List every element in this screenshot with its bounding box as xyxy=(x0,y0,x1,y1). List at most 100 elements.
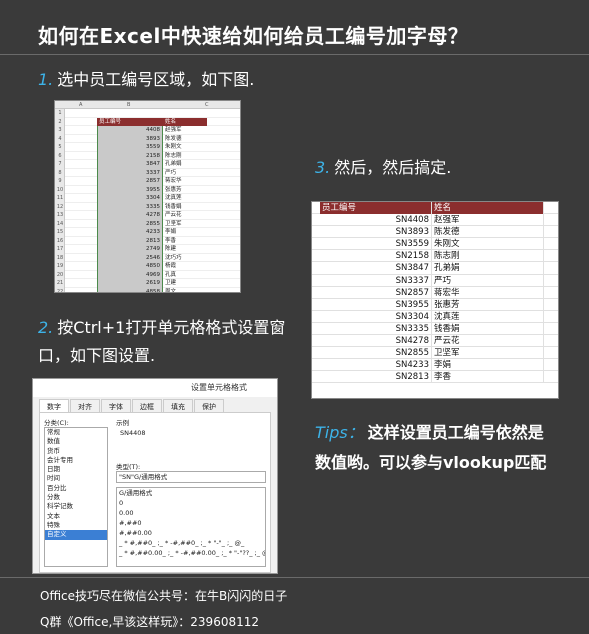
category-item[interactable]: 文本 xyxy=(45,512,107,521)
category-item[interactable]: 会计专用 xyxy=(45,456,107,465)
category-item[interactable]: 时间 xyxy=(45,474,107,483)
cell[interactable]: 陈发德 xyxy=(432,226,544,239)
cell[interactable]: 2813 xyxy=(97,236,163,245)
cell[interactable]: SN3304 xyxy=(320,310,432,323)
cell[interactable]: SN2813 xyxy=(320,371,432,384)
column-headers: A B C xyxy=(55,101,240,109)
cell[interactable]: SN2158 xyxy=(320,250,432,263)
cell[interactable]: 3893 xyxy=(97,134,163,143)
category-list[interactable]: 常规 数值 货币 会计专用 日期 时间 百分比 分数 科学记数 文本 特殊 自定义 xyxy=(44,427,108,567)
sample-value: SN4408 xyxy=(120,429,146,437)
cell[interactable]: 2158 xyxy=(97,151,163,160)
category-item[interactable]: 常规 xyxy=(45,428,107,437)
cell[interactable]: 员工编号 xyxy=(97,117,163,126)
cell[interactable]: 卫坚军 xyxy=(163,220,207,229)
cell[interactable]: SN4278 xyxy=(320,335,432,348)
cell[interactable]: 朱刚文 xyxy=(163,143,207,152)
cell[interactable]: 4858 xyxy=(97,287,163,292)
cell[interactable]: 卫坚军 xyxy=(432,347,544,360)
format-item[interactable]: #,##0.00 xyxy=(117,528,265,538)
cell[interactable]: 蒋宏华 xyxy=(163,177,207,186)
category-item[interactable]: 货币 xyxy=(45,447,107,456)
cell[interactable]: 3335 xyxy=(97,202,163,211)
cell[interactable]: 孔弟娟 xyxy=(432,262,544,275)
cell[interactable]: 4850 xyxy=(97,262,163,271)
cell[interactable]: 沈真莲 xyxy=(163,194,207,203)
cell[interactable]: SN3893 xyxy=(320,226,432,239)
cell[interactable]: 员工编号 xyxy=(320,202,432,215)
cell[interactable]: 蒋宏华 xyxy=(432,286,544,299)
row-number: 2 xyxy=(58,118,62,125)
cell[interactable]: 孔弟娟 xyxy=(163,160,207,169)
cell[interactable]: SN3559 xyxy=(320,238,432,251)
cell[interactable]: 卫建 xyxy=(163,279,207,288)
category-item[interactable]: 百分比 xyxy=(45,484,107,493)
cell[interactable]: 陈志刚 xyxy=(163,152,207,161)
cell[interactable]: 赵强军 xyxy=(163,126,207,135)
format-item[interactable]: _ * #,##0_ ;_ * -#,##0_ ;_ * "-"_ ;_ @_ xyxy=(117,538,265,548)
cell[interactable]: 4408 xyxy=(97,126,163,135)
format-item[interactable]: 0.00 xyxy=(117,508,265,518)
title-divider xyxy=(0,54,589,55)
cell[interactable]: 严巧 xyxy=(432,274,544,287)
cell[interactable]: 4278 xyxy=(97,211,163,220)
cell[interactable]: 姓名 xyxy=(163,117,207,126)
format-item[interactable]: G/通用格式 xyxy=(117,488,265,498)
cell[interactable]: 3847 xyxy=(97,160,163,169)
cell[interactable]: SN3847 xyxy=(320,262,432,275)
category-item[interactable]: 科学记数 xyxy=(45,502,107,511)
cell[interactable]: 沈真莲 xyxy=(432,310,544,323)
cell[interactable]: 4969 xyxy=(97,270,163,279)
cell[interactable]: 2855 xyxy=(97,219,163,228)
step-3-text: 然后，然后搞定. xyxy=(334,158,452,177)
cell[interactable]: 3955 xyxy=(97,185,163,194)
cell[interactable]: 沈巧巧 xyxy=(163,254,207,263)
cell[interactable]: 李香 xyxy=(163,237,207,246)
row-number: 10 xyxy=(56,186,64,193)
cell[interactable]: 2857 xyxy=(97,177,163,186)
format-item[interactable]: _ * #,##0.00_ ;_ * -#,##0.00_ ;_ * "-"??… xyxy=(117,548,265,558)
cell[interactable]: SN3335 xyxy=(320,322,432,336)
cell[interactable]: 陈发德 xyxy=(163,135,207,144)
format-item[interactable]: #,##0 xyxy=(117,518,265,528)
cell[interactable]: 赵强军 xyxy=(432,214,544,227)
cell[interactable]: 陈建 xyxy=(163,245,207,254)
cell[interactable]: SN2855 xyxy=(320,347,432,360)
category-item[interactable]: 自定义 xyxy=(45,530,107,540)
cell[interactable]: 3337 xyxy=(97,168,163,177)
cell[interactable]: 严云花 xyxy=(163,211,207,220)
cell[interactable]: 周文 xyxy=(163,288,207,293)
cell[interactable]: 李娟 xyxy=(163,228,207,237)
cell[interactable]: 严云花 xyxy=(432,335,544,348)
cell[interactable]: SN4233 xyxy=(320,359,432,372)
cell[interactable]: 李娟 xyxy=(432,359,544,372)
cell[interactable]: 2546 xyxy=(97,253,163,262)
cell[interactable]: 李香 xyxy=(432,371,544,384)
category-item[interactable]: 数值 xyxy=(45,437,107,446)
cell[interactable]: SN3337 xyxy=(320,274,432,287)
type-input[interactable]: "SN"G/通用格式 xyxy=(116,471,266,483)
cell[interactable]: SN2857 xyxy=(320,286,432,299)
cell[interactable]: SN3955 xyxy=(320,298,432,311)
cell[interactable]: 2749 xyxy=(97,245,163,254)
table-row: 11 3304 沈真莲 xyxy=(57,194,240,203)
cell[interactable]: 张惠芳 xyxy=(163,186,207,195)
cell[interactable]: 钱香娟 xyxy=(163,203,207,212)
cell[interactable]: 姓名 xyxy=(432,202,544,215)
cell[interactable]: 4233 xyxy=(97,228,163,237)
cell[interactable]: SN4408 xyxy=(320,214,432,227)
cell[interactable]: 2619 xyxy=(97,279,163,288)
cell[interactable]: 杨霞 xyxy=(163,262,207,271)
cell[interactable]: 张惠芳 xyxy=(432,298,544,311)
format-item[interactable]: 0 xyxy=(117,498,265,508)
cell[interactable]: 孔真 xyxy=(163,271,207,280)
cell[interactable]: 陈志刚 xyxy=(432,250,544,263)
cell[interactable]: 3304 xyxy=(97,194,163,203)
format-list[interactable]: G/通用格式 0 0.00 #,##0 #,##0.00 _ * #,##0_ ;_ * … xyxy=(116,487,266,567)
cell[interactable]: 严巧 xyxy=(163,169,207,178)
category-item[interactable]: 特殊 xyxy=(45,521,107,530)
cell[interactable]: 朱刚文 xyxy=(432,238,544,251)
cell[interactable]: 钱香娟 xyxy=(432,322,544,336)
category-item[interactable]: 分数 xyxy=(45,493,107,502)
cell[interactable]: 3559 xyxy=(97,143,163,152)
